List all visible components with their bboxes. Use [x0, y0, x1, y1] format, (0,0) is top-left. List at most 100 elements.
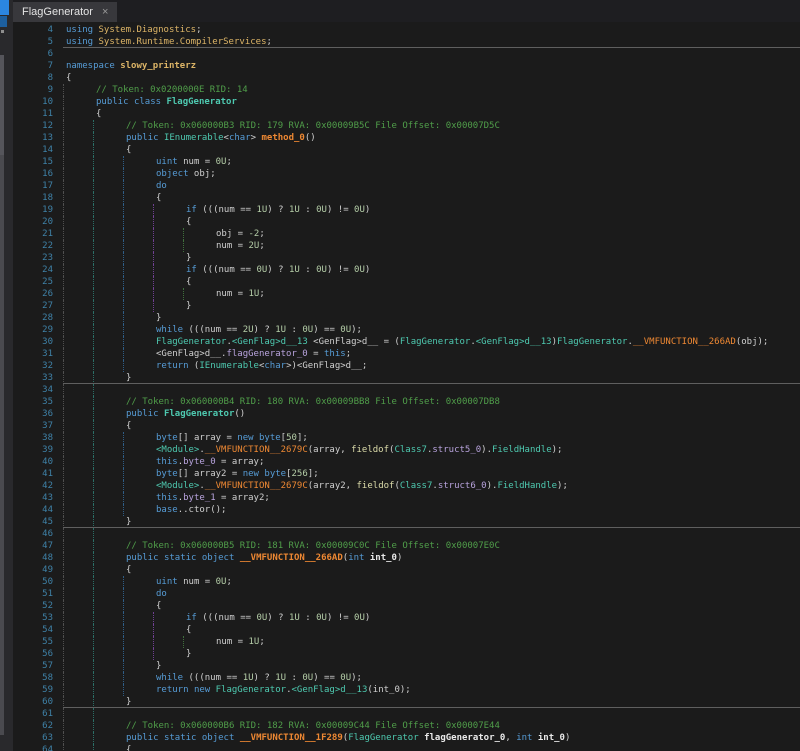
- indent-guide: [93, 288, 94, 300]
- indent-guide: [183, 288, 184, 300]
- token-kw: int: [516, 733, 532, 743]
- code-line: 49{: [0, 564, 800, 576]
- token-pl: ) ?: [254, 325, 276, 335]
- token-pl: (int_0);: [367, 685, 410, 695]
- token-kw: this: [156, 493, 178, 503]
- token-pl: ): [565, 733, 570, 743]
- token-pl: (obj);: [736, 337, 769, 347]
- indent-guide: [93, 264, 94, 276]
- code-line: 52{: [0, 600, 800, 612]
- indent-guide: [123, 252, 124, 264]
- indent-guide: [93, 132, 94, 144]
- token-pl: {: [186, 217, 191, 227]
- token-pl: ];: [308, 469, 319, 479]
- token-nu: 0U: [354, 265, 365, 275]
- token-kw: byte: [259, 433, 281, 443]
- indent-guide: [123, 204, 124, 216]
- token-cm: // Token: 0x060000B3 RID: 179 RVA: 0x000…: [126, 121, 500, 131]
- code-line: 16object obj;: [0, 168, 800, 180]
- token-pl: ..ctor();: [178, 505, 227, 515]
- indent-guide: [63, 396, 64, 408]
- token-kw: uint: [156, 577, 178, 587]
- indent-guide: [93, 468, 94, 480]
- indent-guide: [123, 588, 124, 600]
- code-line: 60}: [0, 696, 800, 708]
- token-nu: 0U: [302, 673, 313, 683]
- indent-guide: [123, 468, 124, 480]
- indent-guide: [63, 708, 64, 720]
- token-meb: method_0: [262, 133, 305, 143]
- token-kw: new: [243, 469, 259, 479]
- token-kw: char: [229, 133, 251, 143]
- code-text: }: [186, 648, 191, 660]
- code-line: 48public static object __VMFUNCTION__266…: [0, 552, 800, 564]
- indent-guide: [123, 276, 124, 288]
- token-nu: 0U: [316, 613, 327, 623]
- tab-flaggenerator[interactable]: FlagGenerator ×: [13, 2, 117, 22]
- indent-guide: [123, 444, 124, 456]
- indent-guide: [63, 180, 64, 192]
- token-pl: }: [126, 697, 131, 707]
- token-ty: IEnumerable: [199, 361, 259, 371]
- tree-expander-fragment: [1, 30, 4, 33]
- indent-guide: [63, 384, 64, 396]
- token-kw: base: [156, 505, 178, 515]
- token-pl: obj;: [189, 169, 216, 179]
- indent-guide: [63, 240, 64, 252]
- indent-guide: [123, 312, 124, 324]
- token-pl: = array2;: [216, 493, 270, 503]
- token-pl: ,: [505, 733, 516, 743]
- token-kw: while: [156, 325, 183, 335]
- token-pl: (((num ==: [197, 205, 257, 215]
- indent-guide: [63, 84, 64, 96]
- code-text: {: [186, 276, 191, 288]
- indent-guide: [63, 540, 64, 552]
- token-kw: object: [202, 733, 235, 743]
- indent-guide: [63, 288, 64, 300]
- token-pl: );: [552, 445, 563, 455]
- token-kw: do: [156, 181, 167, 191]
- token-pl: :: [286, 325, 302, 335]
- token-kw: uint: [156, 157, 178, 167]
- code-text: }: [186, 252, 191, 264]
- code-text: <Module>.__VMFUNCTION__2679C(array2, fie…: [156, 480, 568, 492]
- code-line: 37{: [0, 420, 800, 432]
- token-pl: }: [186, 301, 191, 311]
- indent-guide: [63, 624, 64, 636]
- token-ty: FlagGenerator: [216, 685, 286, 695]
- indent-guide: [123, 216, 124, 228]
- indent-guide: [153, 204, 154, 216]
- token-nu: 1U: [243, 673, 254, 683]
- token-pl: num =: [216, 289, 249, 299]
- code-text: {: [126, 564, 131, 576]
- token-cm: // Token: 0x060000B5 RID: 181 RVA: 0x000…: [126, 541, 500, 551]
- code-editor[interactable]: 4using System.Diagnostics;5using System.…: [0, 22, 800, 751]
- token-pl: ) !=: [327, 265, 354, 275]
- indent-guide: [123, 492, 124, 504]
- token-kw: public: [126, 553, 159, 563]
- token-pl: num =: [216, 241, 249, 251]
- token-nu: 0U: [316, 205, 327, 215]
- token-kw: static: [164, 733, 197, 743]
- token-nu: 1U: [249, 637, 260, 647]
- indent-guide: [153, 216, 154, 228]
- token-pl: );: [557, 481, 568, 491]
- code-line: 33}: [0, 372, 800, 384]
- token-nu: 50: [286, 433, 297, 443]
- token-nu: 0U: [216, 577, 227, 587]
- indent-guide: [123, 348, 124, 360]
- code-text: }: [156, 660, 161, 672]
- close-icon[interactable]: ×: [102, 7, 108, 18]
- token-me: __VMFUNCTION__2679C: [205, 445, 308, 455]
- scrollbar-track-lower[interactable]: [0, 155, 4, 735]
- scrollbar-track-upper[interactable]: [0, 55, 4, 155]
- indent-guide: [93, 252, 94, 264]
- token-pl: <GenFlag>d__ = (: [308, 337, 400, 347]
- indent-guide: [123, 156, 124, 168]
- code-line: 28}: [0, 312, 800, 324]
- code-line: 54{: [0, 624, 800, 636]
- token-fl: byte_1: [183, 493, 216, 503]
- token-nu: 0U: [340, 325, 351, 335]
- code-line: 8{: [0, 72, 800, 84]
- token-pl: [] array2 =: [178, 469, 243, 479]
